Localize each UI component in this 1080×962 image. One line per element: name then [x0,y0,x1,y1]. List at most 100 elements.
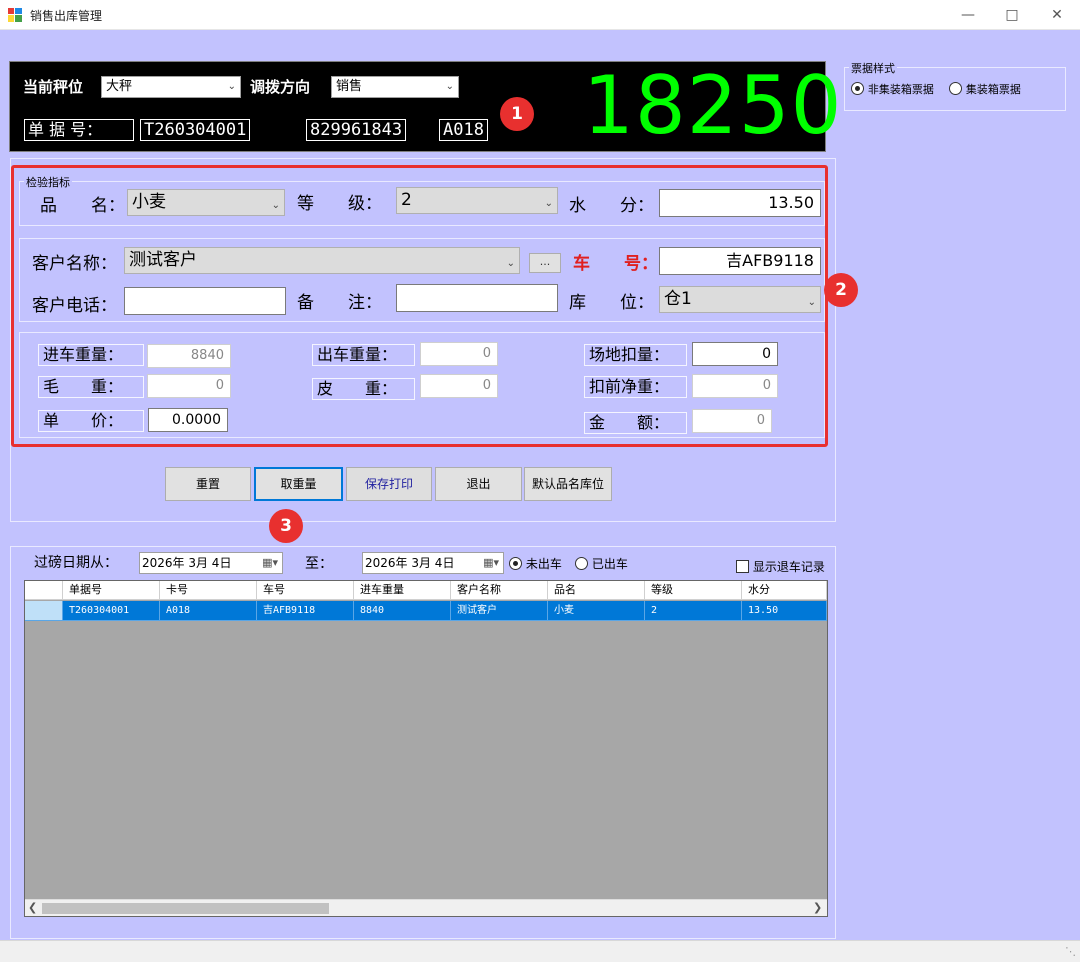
ticket-option-container[interactable]: 集装箱票据 [949,81,1021,98]
grade-select-value: 2 [401,190,412,210]
ticket-style-group: 票据样式 非集装箱票据 集装箱票据 [844,60,1066,111]
tare-weight-label: 皮 重： [312,378,415,400]
date-to-value: 2026年 3月 4日 [365,556,455,570]
grid-corner [25,581,63,600]
column-header[interactable]: 卡号 [160,581,257,600]
column-header[interactable]: 等级 [645,581,742,600]
minimize-icon: — [961,7,975,23]
radio-unselected-icon [575,557,588,570]
date-from-value: 2026年 3月 4日 [142,556,232,570]
in-weight-value: 8840 [147,344,231,368]
checkbox-icon [736,560,749,573]
grade-select[interactable]: 2 ⌄ [396,187,558,214]
grid-header: 单据号 卡号 车号 进车重量 客户名称 品名 等级 水分 [25,581,827,600]
unit-price-input[interactable]: 0.0000 [148,408,228,432]
radio-selected-icon [509,557,522,570]
ticket-style-legend: 票据样式 [849,60,897,76]
title-bar: 销售出库管理 — □ ✕ [0,0,1080,30]
out-weight-label: 出车重量： [312,344,415,366]
table-cell: 8840 [354,601,451,621]
weight-display: 当前秤位 大秤 ⌄ 调拨方向 销售 ⌄ 单 据 号： T260304001 82… [9,61,842,152]
doc-no-value: T260304001 [140,119,251,141]
chevron-down-icon: ⌄ [506,258,515,269]
table-cell: 吉AFB9118 [257,601,354,621]
gross-weight-label: 毛 重： [38,376,144,398]
moisture-label: 水 分： [569,196,654,216]
chevron-down-icon: ⌄ [271,200,280,211]
horizontal-scrollbar[interactable]: ❮ ❯ [25,899,827,916]
product-select[interactable]: 小麦 ⌄ [127,189,285,216]
warehouse-label: 库 位： [569,293,654,313]
minimize-button[interactable]: — [948,4,988,26]
inspection-legend: 检验指标 [24,174,72,190]
customer-phone-input[interactable] [124,287,286,315]
column-header[interactable]: 车号 [257,581,354,600]
net-weight-value: 0 [692,374,778,398]
date-from-picker[interactable]: 2026年 3月 4日 ▦▾ [139,552,283,574]
date-to-picker[interactable]: 2026年 3月 4日 ▦▾ [362,552,504,574]
scrollbar-thumb[interactable] [42,903,329,914]
chevron-down-icon: ⌄ [445,81,454,92]
product-label: 品 名： [40,196,125,216]
amount-label: 金 额： [584,412,687,434]
status-bar: ⋱ [0,940,1080,962]
warehouse-select[interactable]: 仓1 ⌄ [659,286,821,313]
resize-grip-icon[interactable]: ⋱ [1065,945,1076,958]
chevron-down-icon: ⌄ [544,198,553,209]
scale-select[interactable]: 大秤 ⌄ [101,76,241,98]
chevron-down-icon: ⌄ [227,81,236,92]
date-from-label: 过磅日期从： [34,555,118,571]
filter-not-out-radio[interactable]: 未出车 [509,555,562,573]
scroll-right-icon[interactable]: ❯ [813,901,822,914]
customer-browse-button[interactable]: ... [529,253,561,273]
unit-price-label: 单 价： [38,410,144,432]
chevron-down-icon: ⌄ [807,297,816,308]
scroll-left-icon[interactable]: ❮ [28,901,37,914]
out-weight-value: 0 [420,342,498,366]
column-header[interactable]: 品名 [548,581,645,600]
customer-phone-label: 客户电话： [32,296,117,316]
exit-button[interactable]: 退出 [435,467,522,501]
save-print-button[interactable]: 保存打印 [346,467,432,501]
column-header[interactable]: 水分 [742,581,827,600]
filter-out-label: 已出车 [591,557,628,571]
table-cell: A018 [160,601,257,621]
radio-unselected-icon [949,82,962,95]
warehouse-select-value: 仓1 [664,289,692,309]
reset-button[interactable]: 重置 [165,467,251,501]
moisture-input[interactable]: 13.50 [659,189,821,217]
remark-input[interactable] [396,284,558,312]
marker-badge-3: 3 [269,509,303,543]
column-header[interactable]: 单据号 [63,581,160,600]
marker-badge-2: 2 [824,273,858,307]
filter-not-out-label: 未出车 [525,557,562,571]
default-location-button[interactable]: 默认品名库位 [524,467,612,501]
card-no-value: 829961843 [306,119,407,141]
direction-select[interactable]: 销售 ⌄ [331,76,459,98]
remark-label: 备 注： [297,293,382,313]
radio-selected-icon [851,82,864,95]
close-button[interactable]: ✕ [1037,4,1077,26]
filter-out-radio[interactable]: 已出车 [575,555,628,573]
scale-label: 当前秤位 [23,78,84,96]
plate-input[interactable]: 吉AFB9118 [659,247,821,275]
customer-select[interactable]: 测试客户 ⌄ [124,247,520,274]
plate-label: 车 号： [573,254,658,274]
customer-select-value: 测试客户 [129,250,197,270]
table-cell: 13.50 [742,601,827,621]
ticket-option-non-container[interactable]: 非集装箱票据 [851,81,934,98]
maximize-button[interactable]: □ [992,4,1032,26]
ticket-option-label: 集装箱票据 [965,83,1021,96]
table-row[interactable]: T260304001 A018 吉AFB9118 8840 测试客户 小麦 2 … [25,601,827,621]
site-deduct-input[interactable]: 0 [692,342,778,366]
show-return-checkbox[interactable]: 显示退车记录 [736,558,825,576]
window-title: 销售出库管理 [30,9,103,23]
customer-name-label: 客户名称： [32,254,117,274]
row-header[interactable] [25,601,63,621]
maximize-icon: □ [1005,7,1019,23]
marker-badge-1: 1 [500,97,534,131]
column-header[interactable]: 客户名称 [451,581,548,600]
column-header[interactable]: 进车重量 [354,581,451,600]
get-weight-button[interactable]: 取重量 [254,467,343,501]
ticket-option-label: 非集装箱票据 [867,83,934,96]
